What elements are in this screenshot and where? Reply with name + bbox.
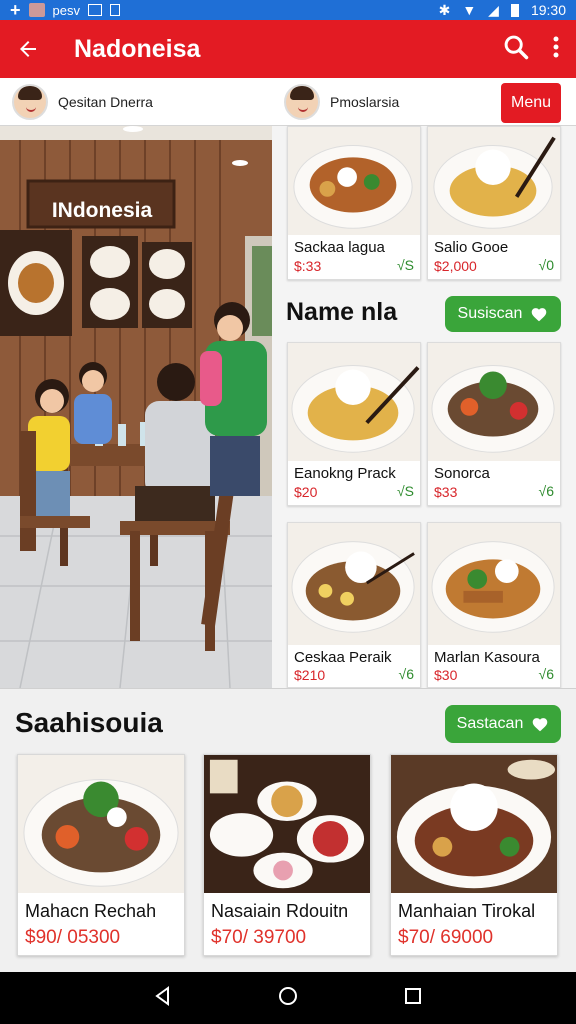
check-icon: √S — [396, 483, 414, 499]
food-name: Manhaian Tirokal — [398, 901, 536, 921]
food-image — [428, 343, 560, 461]
profile-1[interactable]: Qesitan Dnerra — [12, 83, 153, 120]
sim-icon — [87, 4, 102, 16]
bluetooth-icon: ✱ — [438, 1, 451, 18]
featured-section: Saahisouia Sastacan Mahacn Rechah $90/ 0… — [0, 688, 576, 972]
menu-list: Sackaa lagua $:33 √S Salio Gooe $2,000 √… — [272, 126, 576, 688]
food-name: Marlan Kasoura — [434, 649, 540, 666]
check-icon: √6 — [538, 483, 554, 499]
menu-button[interactable]: Menu — [501, 83, 561, 123]
subscribe-label: Susiscan — [457, 305, 523, 322]
featured-card[interactable]: Nasaiain Rdouitn $70/ 39700 — [203, 754, 371, 956]
app-title: Nadoneisa — [74, 34, 201, 63]
food-name: Nasaiain Rdouitn — [211, 901, 349, 921]
search-button[interactable] — [502, 33, 530, 66]
food-image — [288, 343, 420, 461]
featured-card[interactable]: Mahacn Rechah $90/ 05300 — [17, 754, 185, 956]
section-title: Saahisouia — [15, 707, 163, 738]
food-price: $:33 — [294, 258, 322, 274]
food-price: $20 — [294, 484, 318, 500]
clock: 19:30 — [530, 2, 566, 18]
avatar — [12, 83, 48, 120]
back-button[interactable] — [0, 37, 56, 61]
status-bar: + pesv ✱ ▼ ◢ 19:30 — [0, 0, 576, 20]
food-price: $70/ 69000 — [398, 927, 494, 948]
back-arrow-icon — [20, 41, 36, 57]
heart-icon — [533, 718, 548, 732]
food-card[interactable]: Marlan Kasoura $30 √6 — [427, 522, 561, 688]
food-card[interactable]: Ceskaa Peraik $210 √6 — [287, 522, 421, 688]
battery-icon — [510, 3, 519, 17]
food-name: Sackaa lagua — [294, 239, 385, 256]
profile-bar: Qesitan Dnerra Pmoslarsia Menu — [0, 78, 576, 126]
food-image — [391, 755, 557, 893]
restaurant-scene-image: INdonesia — [0, 126, 272, 688]
search-icon — [504, 35, 529, 59]
home-nav-button[interactable] — [277, 985, 299, 1012]
food-image — [18, 755, 184, 893]
food-image — [428, 523, 560, 645]
triangle-back-icon — [154, 985, 169, 1006]
profile-name: Qesitan Dnerra — [58, 93, 153, 110]
thumbnail-icon — [28, 3, 45, 17]
featured-card[interactable]: Manhaian Tirokal $70/ 69000 — [390, 754, 558, 956]
section-title: Name nla — [286, 298, 398, 326]
subscribe-label: Sastacan — [456, 715, 524, 732]
food-card[interactable]: Eanokng Prack $20 √S — [287, 342, 421, 506]
back-nav-button[interactable] — [152, 985, 174, 1012]
avatar — [284, 83, 320, 120]
recents-nav-button[interactable] — [402, 985, 424, 1012]
wifi-icon: ▼ — [462, 2, 477, 18]
food-card[interactable]: Sonorca $33 √6 — [427, 342, 561, 506]
check-icon: √6 — [398, 666, 414, 682]
carrier-text: pesv — [52, 2, 80, 18]
food-image — [204, 755, 370, 893]
food-price: $70/ 39700 — [211, 927, 307, 948]
app-bar: Nadoneisa — [0, 20, 576, 78]
circle-home-icon — [278, 986, 297, 1005]
food-name: Ceskaa Peraik — [294, 649, 392, 666]
more-vert-icon — [553, 36, 559, 57]
plus-icon: + — [10, 0, 21, 20]
check-icon: √6 — [538, 666, 554, 682]
square-recents-icon — [405, 987, 422, 1004]
food-price: $30 — [434, 667, 458, 683]
check-icon: √S — [396, 257, 414, 273]
heart-icon — [532, 308, 547, 322]
check-icon: √0 — [538, 257, 554, 273]
system-nav-bar — [0, 972, 576, 1024]
restaurant-sign: INdonesia — [51, 199, 153, 222]
food-name: Sonorca — [434, 465, 490, 482]
food-image — [288, 127, 420, 235]
food-price: $90/ 05300 — [25, 927, 121, 948]
subscribe-button[interactable]: Susiscan — [445, 296, 561, 332]
food-name: Eanokng Prack — [294, 465, 396, 482]
food-name: Mahacn Rechah — [25, 901, 157, 921]
food-price: $2,000 — [434, 258, 477, 274]
profile-2[interactable]: Pmoslarsia — [284, 83, 400, 120]
profile-name: Pmoslarsia — [330, 93, 400, 110]
food-card[interactable]: Sackaa lagua $:33 √S — [287, 126, 421, 280]
more-options-button[interactable] — [552, 35, 560, 64]
food-image — [288, 523, 420, 645]
food-name: Salio Gooe — [434, 239, 509, 256]
food-price: $33 — [434, 484, 458, 500]
notification-icon — [109, 4, 120, 16]
food-price: $210 — [294, 667, 326, 683]
food-card[interactable]: Salio Gooe $2,000 √0 — [427, 126, 561, 280]
food-image — [428, 127, 560, 235]
subscribe-button[interactable]: Sastacan — [445, 705, 561, 743]
signal-icon: ◢ — [488, 1, 499, 18]
